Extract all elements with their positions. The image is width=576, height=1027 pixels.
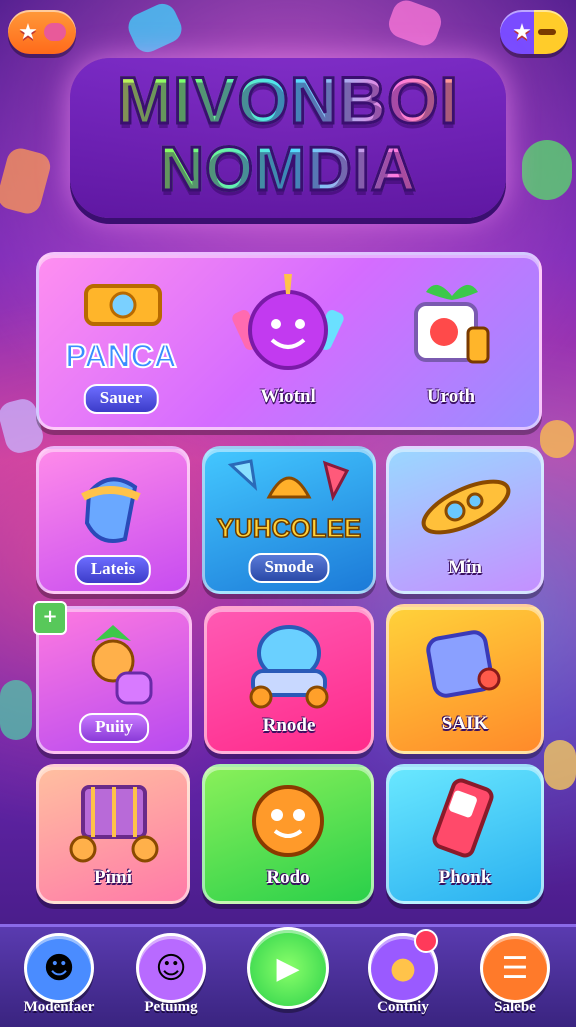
featured-item-label: Uroth bbox=[426, 386, 476, 407]
floating-candy-decoration bbox=[544, 740, 576, 790]
menu-icon: ☰ bbox=[480, 933, 550, 1003]
game-tile-lateis[interactable]: Lateis bbox=[36, 446, 190, 594]
fruit-icon bbox=[91, 625, 153, 705]
tile-label: SAIK bbox=[441, 713, 489, 734]
game-title-line-1: MIVONBOI bbox=[70, 62, 506, 139]
game-title-line-2: NOMDIA bbox=[70, 134, 506, 206]
game-tile-rodo[interactable]: Rodo bbox=[202, 764, 374, 904]
treasure-icon bbox=[227, 459, 350, 502]
tile-label: Rnode bbox=[262, 715, 316, 736]
featured-item-panca[interactable]: PANCA Sauer bbox=[46, 262, 196, 414]
featured-item-wiotnl[interactable]: Wiotnl bbox=[210, 262, 366, 414]
tile-label: Min bbox=[448, 557, 482, 578]
featured-item-pill: Sauer bbox=[83, 384, 159, 414]
game-tile-saik[interactable]: SAIK bbox=[386, 604, 544, 754]
tile-label: Pimi bbox=[94, 867, 132, 888]
nav-label: Contniy bbox=[377, 999, 429, 1015]
ticket-icon bbox=[84, 284, 162, 326]
game-tile-min[interactable]: Min bbox=[386, 446, 544, 594]
floating-candy-decoration bbox=[0, 680, 32, 740]
featured-item-uroth[interactable]: Uroth bbox=[376, 262, 526, 414]
game-tile-pimi[interactable]: Pimi bbox=[36, 764, 190, 904]
game-tile-phonk[interactable]: Phonk bbox=[386, 764, 544, 904]
floating-candy-decoration bbox=[0, 145, 54, 217]
character-icon: ☺ bbox=[136, 933, 206, 1003]
nav-label: Petuimg bbox=[144, 999, 198, 1015]
blue-gem-icon bbox=[81, 477, 141, 543]
tile-pill: Lateis bbox=[74, 555, 152, 585]
game-tile-yuhcolee[interactable]: YUHCOLEE Smode bbox=[202, 446, 376, 594]
floating-candy-decoration bbox=[123, 0, 187, 57]
phone-icon bbox=[432, 778, 494, 858]
cart-icon bbox=[69, 785, 159, 863]
nav-item-contniy[interactable]: ● Contniy bbox=[348, 927, 458, 1027]
bottom-navigation: ☻ Modenfaer ☺ Petuimg ▶ ● Contniy ☰ Sale… bbox=[0, 924, 576, 1027]
nav-item-modenfaer[interactable]: ☻ Modenfaer bbox=[4, 927, 114, 1027]
tile-pill: Puiiy bbox=[79, 713, 149, 743]
game-tile-rnode[interactable]: Rnode bbox=[204, 606, 374, 754]
plus-badge-icon: + bbox=[33, 601, 67, 635]
cube-icon bbox=[426, 630, 501, 698]
toggle-pill bbox=[43, 23, 66, 41]
tile-label: Phonk bbox=[438, 867, 492, 888]
robot-car-icon bbox=[249, 625, 329, 709]
game-title-banner: MIVONBOI NOMDIA bbox=[70, 58, 506, 218]
bomb-icon bbox=[232, 274, 344, 370]
nav-label: Salebe bbox=[494, 999, 536, 1015]
tile-name: YUHCOLEE bbox=[216, 512, 362, 544]
floating-candy-decoration bbox=[522, 140, 572, 200]
menu-lines-icon bbox=[537, 29, 556, 35]
tile-pill: Smode bbox=[248, 553, 330, 583]
gift-box-icon bbox=[414, 284, 490, 364]
notification-badge bbox=[414, 929, 438, 953]
star-button[interactable]: ★ bbox=[8, 10, 76, 54]
nav-item-salebe[interactable]: ☰ Salebe bbox=[460, 927, 570, 1027]
nav-item-play[interactable]: ▶ bbox=[233, 927, 343, 1027]
nav-item-petuimg[interactable]: ☺ Petuimg bbox=[116, 927, 226, 1027]
featured-item-name: PANCA bbox=[64, 337, 177, 375]
premium-button[interactable]: ★ bbox=[500, 10, 568, 54]
nav-label: Modenfaer bbox=[23, 999, 95, 1015]
orange-blob-icon bbox=[252, 785, 324, 857]
clown-icon: ☻ bbox=[24, 933, 94, 1003]
featured-item-label: Wiotnl bbox=[260, 386, 316, 407]
star-icon: ★ bbox=[18, 19, 38, 45]
floating-candy-decoration bbox=[385, 0, 445, 50]
play-icon: ▶ bbox=[247, 927, 329, 1009]
spaceship-icon bbox=[421, 479, 511, 535]
star-icon: ★ bbox=[512, 19, 532, 45]
game-tile-puiiy[interactable]: + Puiiy bbox=[33, 601, 192, 754]
tile-label: Rodo bbox=[266, 867, 310, 888]
floating-candy-decoration bbox=[540, 420, 574, 458]
